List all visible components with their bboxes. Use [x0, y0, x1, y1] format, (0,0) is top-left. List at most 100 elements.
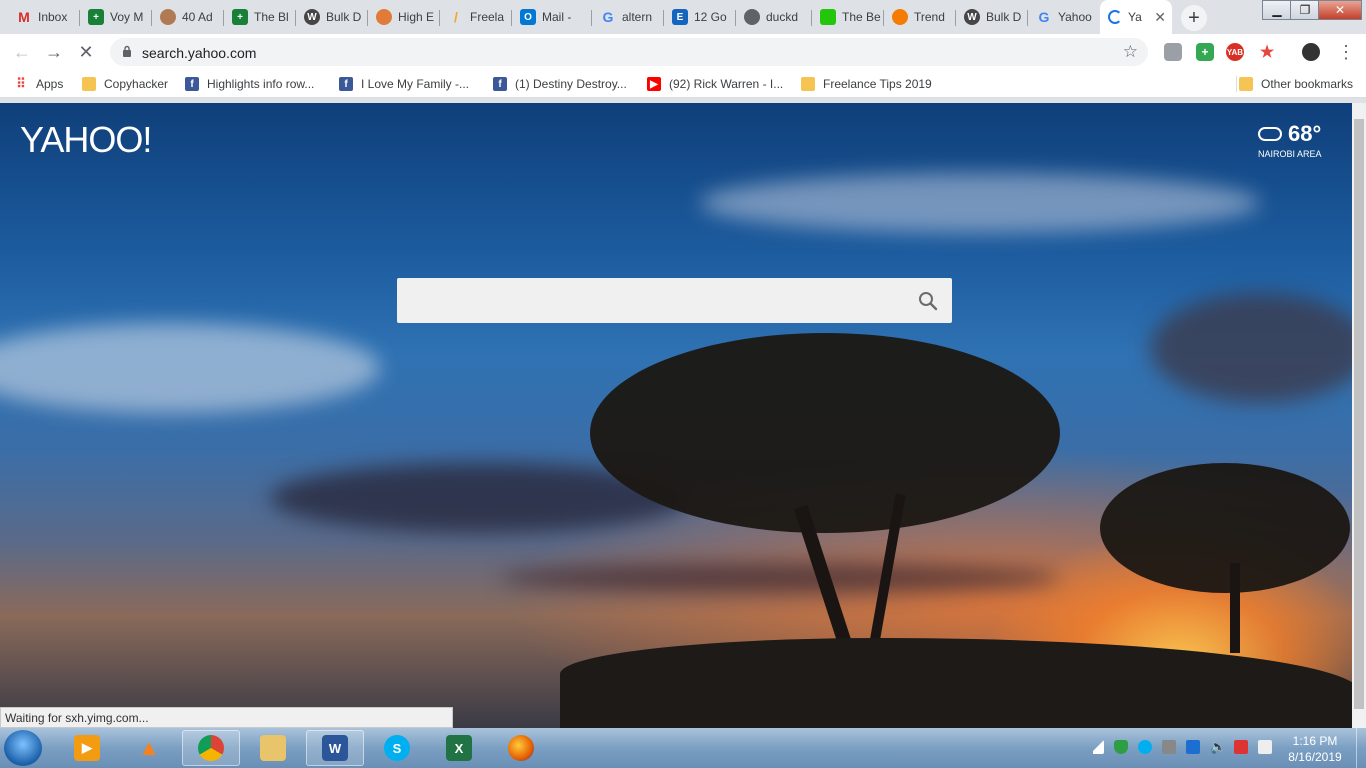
tab-12go[interactable]: E 12 Go — [664, 4, 736, 30]
tab-trend[interactable]: Trend — [884, 4, 956, 30]
bookmark-label: Apps — [36, 77, 64, 91]
bookmark-other[interactable]: Other bookmarks — [1236, 76, 1353, 92]
show-desktop-button[interactable] — [1356, 728, 1366, 768]
bookmark-label: (1) Destiny Destroy... — [515, 77, 627, 91]
outlook-icon: O — [520, 9, 536, 25]
network-error-icon[interactable] — [1234, 740, 1248, 754]
bookmark-label: Highlights info row... — [207, 77, 315, 91]
bookmark-label: I Love My Family -... — [361, 77, 470, 91]
bookmark-star-icon[interactable]: ☆ — [1123, 42, 1138, 62]
taskbar-word[interactable]: W — [306, 730, 364, 766]
taskbar-excel[interactable]: X — [430, 730, 488, 766]
tab-thebe[interactable]: The Be — [812, 4, 884, 30]
page-scrollbar[interactable] — [1352, 103, 1366, 728]
background-cloud — [500, 563, 1060, 593]
wordpress-icon: W — [304, 9, 320, 25]
bookmark-family[interactable]: f I Love My Family -... — [339, 76, 469, 92]
taskbar-skype[interactable]: S — [368, 730, 426, 766]
skype-icon: S — [384, 735, 410, 761]
extension-plus-icon[interactable]: + — [1196, 43, 1214, 61]
bookmark-label: Other bookmarks — [1261, 77, 1354, 91]
tab-mail[interactable]: O Mail - — [512, 4, 592, 30]
minimize-button[interactable]: ▁ — [1262, 0, 1292, 20]
security-shield-icon[interactable] — [1114, 740, 1128, 754]
profile-avatar[interactable] — [1302, 43, 1320, 61]
tab-strip: M Inbox + Voy M 40 Ad + The Bl W Bulk D … — [0, 0, 1366, 34]
tab-label: Bulk D — [986, 10, 1022, 24]
tab-duckd[interactable]: duckd — [736, 4, 812, 30]
forward-button[interactable]: → — [42, 40, 66, 64]
word-icon: W — [322, 735, 348, 761]
bookmark-apps[interactable]: ⠿ Apps — [14, 76, 63, 92]
weather-temp: 68° — [1288, 121, 1322, 146]
firefox-icon — [508, 735, 534, 761]
bookmarks-bar: ⠿ Apps Copyhacker f Highlights info row.… — [0, 70, 1366, 98]
tab-high[interactable]: High E — [368, 4, 440, 30]
tree-trunk — [1230, 563, 1240, 653]
star-extension-icon[interactable]: ★ — [1258, 43, 1276, 61]
avatar-icon — [160, 9, 176, 25]
cloud-icon — [1258, 127, 1282, 141]
bookmark-freelance-tips[interactable]: Freelance Tips 2019 — [801, 76, 932, 92]
tab-40ad[interactable]: 40 Ad — [152, 4, 224, 30]
tree-canopy — [1100, 463, 1350, 593]
close-window-button[interactable]: ✕ — [1318, 0, 1362, 20]
tab-freela[interactable]: / Freela — [440, 4, 512, 30]
folder-icon — [82, 77, 96, 91]
tab-voy[interactable]: + Voy M — [80, 4, 152, 30]
search-icon[interactable] — [918, 291, 938, 311]
search-box[interactable] — [397, 278, 952, 323]
freelancer-icon: / — [454, 9, 458, 25]
tab-bulkd-2[interactable]: W Bulk D — [956, 4, 1028, 30]
tab-yahoo[interactable]: G Yahoo — [1028, 4, 1100, 30]
stop-button[interactable]: ✕ — [74, 40, 98, 64]
bookmark-rick-warren[interactable]: ▶ (92) Rick Warren - I... — [647, 76, 783, 92]
volume-icon[interactable]: 🔈 — [1210, 740, 1226, 754]
weather-area: NAIROBI AREA — [1258, 149, 1322, 159]
tab-label: High E — [398, 10, 435, 24]
bookmark-copyhacker[interactable]: Copyhacker — [82, 76, 168, 92]
taskbar-firefox[interactable] — [492, 730, 550, 766]
tab-altern[interactable]: G altern — [592, 4, 664, 30]
search-input[interactable] — [397, 278, 897, 323]
address-bar[interactable]: search.yahoo.com ☆ — [110, 38, 1148, 66]
background-cloud — [1150, 293, 1352, 403]
tab-label: duckd — [766, 10, 799, 24]
taskbar-explorer[interactable] — [244, 730, 302, 766]
scrollbar-thumb[interactable] — [1354, 119, 1364, 709]
power-icon[interactable] — [1258, 740, 1272, 754]
taskbar-media-player[interactable]: ▶ — [58, 730, 116, 766]
bookmark-highlights[interactable]: f Highlights info row... — [185, 76, 314, 92]
tab-label: Inbox — [38, 10, 68, 24]
menu-icon[interactable]: ⋮ — [1334, 40, 1358, 64]
back-button[interactable]: ← — [10, 40, 34, 64]
taskbar-vlc[interactable]: ▲ — [120, 730, 178, 766]
maximize-button[interactable]: ❐ — [1290, 0, 1320, 20]
bookmark-destiny[interactable]: f (1) Destiny Destroy... — [493, 76, 627, 92]
display-icon[interactable] — [1186, 740, 1200, 754]
taskbar-chrome[interactable] — [182, 730, 240, 766]
network-signal-icon[interactable] — [1090, 740, 1104, 754]
tab-label: 40 Ad — [182, 10, 213, 24]
close-tab-icon[interactable]: ✕ — [1154, 9, 1166, 26]
tab-inbox[interactable]: M Inbox — [8, 4, 80, 30]
sheets-icon: + — [232, 9, 248, 25]
yahoo-logo[interactable]: YAHOO! — [20, 119, 152, 161]
site-icon: E — [672, 9, 688, 25]
extension-puzzle-icon[interactable] — [1164, 43, 1182, 61]
folder-icon — [1239, 77, 1253, 91]
tab-label: Ya — [1128, 10, 1142, 24]
tray-app-icon[interactable] — [1162, 740, 1176, 754]
tab-yahoo-active[interactable]: Ya ✕ — [1100, 0, 1172, 34]
yab-extension-icon[interactable]: YAB — [1226, 43, 1244, 61]
new-tab-button[interactable]: + — [1181, 5, 1207, 31]
skype-tray-icon[interactable] — [1138, 740, 1152, 754]
start-button[interactable] — [4, 730, 42, 766]
weather-widget[interactable]: 68° NAIROBI AREA — [1258, 121, 1322, 159]
bookmark-label: Freelance Tips 2019 — [823, 77, 932, 91]
green-icon — [820, 9, 836, 25]
vlc-cone-icon: ▲ — [138, 735, 160, 760]
tab-bulkd[interactable]: W Bulk D — [296, 4, 368, 30]
system-clock[interactable]: 1:16 PM 8/16/2019 — [1280, 733, 1350, 765]
tab-thebl[interactable]: + The Bl — [224, 4, 296, 30]
